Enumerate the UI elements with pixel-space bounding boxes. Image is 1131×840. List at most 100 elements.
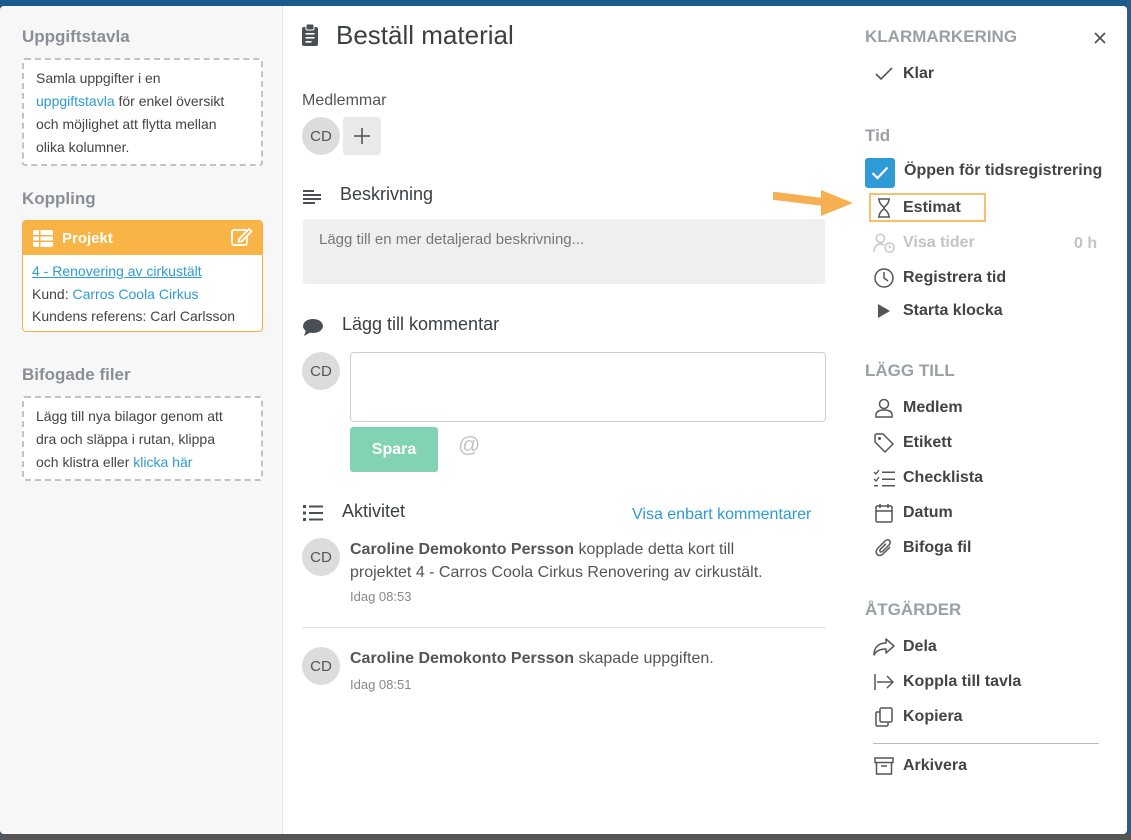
activity-time: Idag 08:51 <box>350 677 412 692</box>
reference-value: Carl Carlsson <box>150 308 236 324</box>
register-time-button[interactable]: Registrera tid <box>873 265 1006 291</box>
time-registration-checkbox[interactable] <box>865 158 895 188</box>
checklist-label: Checklista <box>903 469 984 486</box>
members-label: Medlemmar <box>302 92 387 109</box>
customer-link[interactable]: Carros Coola Cirkus <box>72 286 198 302</box>
start-clock-button[interactable]: Starta klocka <box>873 298 1003 324</box>
copy-label: Kopiera <box>903 708 963 725</box>
project-customer-row: Kund: Carros Coola Cirkus <box>32 283 253 306</box>
backdrop-edge <box>0 834 1131 840</box>
activity-author: Caroline Demokonto Persson <box>350 650 575 667</box>
calendar-icon <box>873 502 895 524</box>
clock-icon <box>873 267 895 289</box>
member-avatar[interactable]: CD <box>302 117 340 155</box>
main-panel: Beställ material Medlemmar CD Beskrivnin… <box>284 6 845 834</box>
board-text: och möjlighet att flytta mellan <box>36 116 217 132</box>
user-icon <box>873 397 895 419</box>
tag-icon <box>873 432 895 454</box>
board-text: Samla uppgifter i en <box>36 70 161 86</box>
add-label-menu-item[interactable]: Etikett <box>873 430 952 456</box>
annotation-arrow-icon <box>773 190 853 216</box>
connection-section-title: Koppling <box>22 189 96 208</box>
project-reference-row: Kundens referens: Carl Carlsson <box>32 305 253 328</box>
mark-done-button[interactable]: Klar <box>873 61 934 87</box>
files-section-title: Bifogade filer <box>22 365 131 384</box>
commenter-avatar: CD <box>302 352 340 390</box>
add-member-menu-item[interactable]: Medlem <box>873 395 963 421</box>
actions-section-title: ÅTGÄRDER <box>865 600 962 619</box>
share-label: Dela <box>903 638 937 655</box>
task-title[interactable]: Beställ material <box>336 20 514 51</box>
show-times-label: Visa tider <box>903 234 975 251</box>
hourglass-icon <box>873 197 895 219</box>
share-icon <box>873 636 895 658</box>
edit-icon[interactable] <box>231 227 253 247</box>
plus-icon <box>354 128 370 144</box>
show-comments-link[interactable]: Visa enbart kommentarer <box>632 506 811 524</box>
board-text: olika kolumner. <box>36 139 130 155</box>
checkmark-icon <box>871 166 889 180</box>
files-text: och klistra eller <box>36 454 130 470</box>
done-section-title: KLARMARKERING <box>865 27 1018 46</box>
project-card[interactable]: Projekt 4 - Renovering av cirkustält Kun… <box>22 220 263 332</box>
description-icon <box>303 190 321 204</box>
activity-avatar: CD <box>302 538 340 576</box>
activity-title: Aktivitet <box>342 501 406 521</box>
activity-item: Caroline Demokonto Persson kopplade dett… <box>350 538 830 584</box>
activity-text: kopplade detta kort till <box>578 541 735 558</box>
board-text: för enkel översikt <box>118 93 225 109</box>
board-link[interactable]: uppgiftstavla <box>36 93 115 109</box>
task-modal: Uppgiftstavla Samla uppgifter i en uppgi… <box>0 6 1127 834</box>
comment-icon <box>303 319 323 336</box>
estimate-label: Estimat <box>903 199 961 216</box>
project-card-header: Projekt <box>23 221 262 255</box>
share-menu-item[interactable]: Dela <box>873 634 937 660</box>
start-clock-label: Starta klocka <box>903 302 1003 319</box>
backdrop-edge <box>1127 0 1131 840</box>
actions-divider <box>873 743 1099 744</box>
archive-icon <box>873 755 895 777</box>
show-times-value: 0 h <box>1074 235 1098 252</box>
project-name-link[interactable]: 4 - Renovering av cirkustält <box>32 260 253 283</box>
mention-button[interactable]: @ <box>458 432 480 458</box>
add-checklist-menu-item[interactable]: Checklista <box>873 465 983 491</box>
member-label: Medlem <box>903 399 963 416</box>
add-date-menu-item[interactable]: Datum <box>873 500 953 526</box>
time-registration-label[interactable]: Öppen för tidsregistrering <box>904 162 1102 180</box>
customer-label: Kund: <box>32 285 69 302</box>
connect-label: Koppla till tavla <box>903 673 1022 690</box>
table-icon <box>33 229 53 247</box>
comment-title: Lägg till kommentar <box>342 314 500 334</box>
check-icon <box>873 63 895 85</box>
files-text: Lägg till nya bilagor genom att <box>36 408 223 424</box>
save-button[interactable]: Spara <box>350 427 438 472</box>
copy-icon <box>873 706 895 728</box>
clipboard-icon <box>302 24 318 46</box>
add-member-button[interactable] <box>343 117 381 155</box>
play-icon <box>873 300 895 322</box>
attach-file-menu-item[interactable]: Bifoga fil <box>873 535 971 561</box>
time-section-title: Tid <box>865 126 891 145</box>
done-label: Klar <box>903 65 935 82</box>
archive-menu-item[interactable]: Arkivera <box>873 753 967 779</box>
description-title: Beskrivning <box>340 184 434 204</box>
close-icon[interactable] <box>1090 28 1110 48</box>
files-click-link[interactable]: klicka här <box>133 454 192 470</box>
arrow-to-line-icon <box>873 671 895 693</box>
register-time-label: Registrera tid <box>903 269 1007 286</box>
show-times-button[interactable]: Visa tider <box>873 230 975 256</box>
file-drop-zone[interactable]: Lägg till nya bilagor genom att dra och … <box>22 396 263 481</box>
paperclip-icon <box>873 537 895 559</box>
connect-board-menu-item[interactable]: Koppla till tavla <box>873 669 1021 695</box>
copy-menu-item[interactable]: Kopiera <box>873 704 963 730</box>
activity-list-icon <box>303 505 323 521</box>
description-input[interactable]: Lägg till en mer detaljerad beskrivning.… <box>303 219 825 284</box>
date-label: Datum <box>903 504 953 521</box>
comment-input[interactable] <box>350 352 826 422</box>
activity-author: Caroline Demokonto Persson <box>350 541 575 558</box>
estimate-button[interactable]: Estimat <box>873 195 961 221</box>
archive-label: Arkivera <box>903 757 968 774</box>
activity-item: Caroline Demokonto Persson skapade uppgi… <box>350 647 830 670</box>
add-section-title: LÄGG TILL <box>865 361 955 380</box>
board-info-box: Samla uppgifter i en uppgiftstavla för e… <box>22 58 263 166</box>
